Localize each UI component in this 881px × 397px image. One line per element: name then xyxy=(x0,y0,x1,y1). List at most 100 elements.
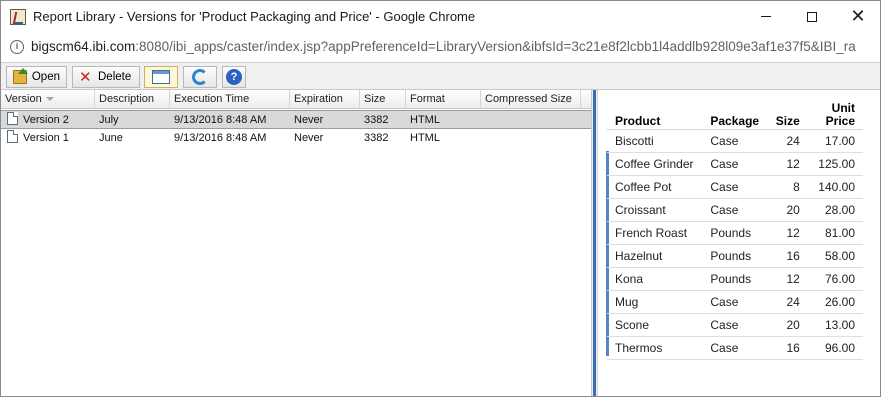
report-cell-product: French Roast xyxy=(607,221,703,245)
report-row: Coffee Pot Case 8 140.00 xyxy=(607,175,863,199)
report-cell-product: Thermos xyxy=(607,336,703,360)
cell-version: Version 1 xyxy=(3,129,95,148)
report-row: Scone Case 20 13.00 xyxy=(607,313,863,337)
report-row: Mug Case 24 26.00 xyxy=(607,290,863,314)
browser-window: Report Library - Versions for 'Product P… xyxy=(0,0,881,397)
report-header-row: Product Package Size Unit Price xyxy=(607,97,863,130)
column-header-description[interactable]: Description xyxy=(95,90,170,109)
report-cell-price: 13.00 xyxy=(803,313,863,337)
help-button[interactable]: ? xyxy=(222,66,246,88)
report-library-app-icon xyxy=(10,9,26,25)
report-cell-size: 16 xyxy=(767,336,804,360)
help-icon: ? xyxy=(226,69,242,85)
table-row[interactable]: Version 2 July 9/13/2016 8:48 AM Never 3… xyxy=(1,110,591,129)
cell-format: HTML xyxy=(410,114,440,126)
report-cell-price: 96.00 xyxy=(803,336,863,360)
url-text[interactable]: bigscm64.ibi.com:8080/ibi_apps/caster/in… xyxy=(31,39,879,54)
report-cell-size: 16 xyxy=(767,244,804,268)
report-row: Thermos Case 16 96.00 xyxy=(607,336,863,360)
close-button[interactable]: ✕ xyxy=(835,1,881,32)
cell-version: Version 2 xyxy=(3,111,95,130)
cell-format: HTML xyxy=(410,132,440,144)
cell-execution-time: 9/13/2016 8:48 AM xyxy=(174,132,267,144)
cell-execution-time: 9/13/2016 8:48 AM xyxy=(174,114,267,126)
column-header-size[interactable]: Size xyxy=(360,90,406,109)
report-cell-price: 26.00 xyxy=(803,290,863,314)
report-cell-size: 24 xyxy=(767,290,804,314)
site-info-icon[interactable]: i xyxy=(10,40,24,54)
column-header-expiration[interactable]: Expiration xyxy=(290,90,360,109)
open-button-label: Open xyxy=(31,71,60,83)
cell-compressed-size xyxy=(481,111,485,130)
cell-size: 3382 xyxy=(364,114,389,126)
splitter-accent-bar xyxy=(593,90,596,396)
cell-size: 3382 xyxy=(364,132,389,144)
close-icon: ✕ xyxy=(850,5,866,27)
report-cell-package: Case xyxy=(702,152,768,176)
address-bar[interactable]: i bigscm64.ibi.com:8080/ibi_apps/caster/… xyxy=(1,32,880,62)
report-header-unit-price: Unit Price xyxy=(803,97,863,130)
report-cell-package: Case xyxy=(702,175,768,199)
title-bar[interactable]: Report Library - Versions for 'Product P… xyxy=(1,1,880,32)
column-header-version[interactable]: Version xyxy=(1,90,95,109)
report-row: Coffee Grinder Case 12 125.00 xyxy=(607,152,863,176)
open-button[interactable]: Open xyxy=(6,66,67,88)
report-cell-package: Pounds xyxy=(702,221,768,245)
delete-button[interactable]: ✕ Delete xyxy=(72,66,140,88)
window-title: Report Library - Versions for 'Product P… xyxy=(33,9,476,24)
report-row: Croissant Case 20 28.00 xyxy=(607,198,863,222)
report-cell-product: Coffee Grinder xyxy=(607,152,703,176)
open-folder-icon xyxy=(13,68,28,84)
cell-expiration: Never xyxy=(294,132,324,144)
report-cell-package: Case xyxy=(702,198,768,222)
report-header-product: Product xyxy=(607,97,703,130)
grid-header: Version Description Execution Time Expir… xyxy=(1,90,591,109)
column-header-execution-time[interactable]: Execution Time xyxy=(170,90,290,109)
cell-expiration: Never xyxy=(294,114,324,126)
report-cell-size: 20 xyxy=(767,313,804,337)
report-cell-size: 24 xyxy=(767,129,804,153)
report-cell-product: Hazelnut xyxy=(607,244,703,268)
report-row: French Roast Pounds 12 81.00 xyxy=(607,221,863,245)
report-cell-size: 12 xyxy=(767,267,804,291)
report-cell-package: Case xyxy=(702,129,768,153)
maximize-icon xyxy=(807,11,817,22)
preview-pane-icon xyxy=(152,70,170,84)
report-cell-price: 125.00 xyxy=(803,152,863,176)
toggle-preview-pane-button[interactable] xyxy=(144,66,178,88)
sort-arrow-icon xyxy=(45,97,54,102)
report-cell-package: Pounds xyxy=(702,267,768,291)
cell-description: July xyxy=(99,114,119,126)
column-header-compressed-size[interactable]: Compressed Size xyxy=(481,90,581,109)
report-cell-product: Mug xyxy=(607,290,703,314)
report-cell-size: 12 xyxy=(767,221,804,245)
report-cell-package: Pounds xyxy=(702,244,768,268)
maximize-button[interactable] xyxy=(789,1,835,32)
report-cell-package: Case xyxy=(702,313,768,337)
refresh-icon xyxy=(192,69,208,85)
report-row: Biscotti Case 24 17.00 xyxy=(607,129,863,153)
library-toolbar: Open ✕ Delete ? xyxy=(1,62,880,90)
report-cell-price: 76.00 xyxy=(803,267,863,291)
refresh-button[interactable] xyxy=(183,66,217,88)
report-cell-price: 140.00 xyxy=(803,175,863,199)
document-icon xyxy=(7,130,18,143)
table-row[interactable]: Version 1 June 9/13/2016 8:48 AM Never 3… xyxy=(1,129,591,148)
column-header-format[interactable]: Format xyxy=(406,90,481,109)
report-cell-price: 17.00 xyxy=(803,129,863,153)
report-header-package: Package xyxy=(702,97,768,130)
report-cell-product: Kona xyxy=(607,267,703,291)
report-body: Biscotti Case 24 17.00 Coffee Grinder Case 12 1… xyxy=(607,129,863,360)
report-cell-package: Case xyxy=(702,290,768,314)
report-cell-product: Biscotti xyxy=(607,129,703,153)
report-cell-product: Coffee Pot xyxy=(607,175,703,199)
minimize-button[interactable] xyxy=(743,1,789,32)
cell-compressed-size xyxy=(481,129,485,148)
delete-x-icon: ✕ xyxy=(79,68,92,86)
report-cell-size: 8 xyxy=(767,175,804,199)
report-cell-size: 12 xyxy=(767,152,804,176)
url-path: :8080/ibi_apps/caster/index.jsp?appPrefe… xyxy=(135,39,856,54)
report-cell-price: 81.00 xyxy=(803,221,863,245)
versions-grid: Version Description Execution Time Expir… xyxy=(1,90,591,396)
report-cell-price: 58.00 xyxy=(803,244,863,268)
